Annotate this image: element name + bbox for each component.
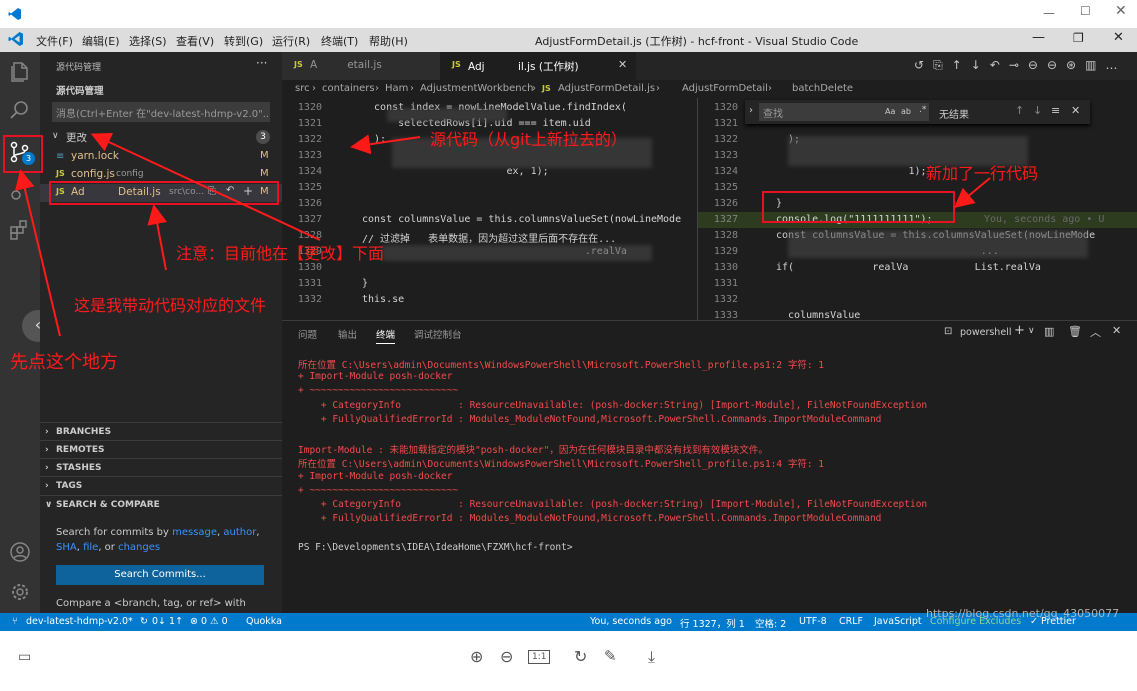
annotation-arrows [15, 132, 991, 337]
